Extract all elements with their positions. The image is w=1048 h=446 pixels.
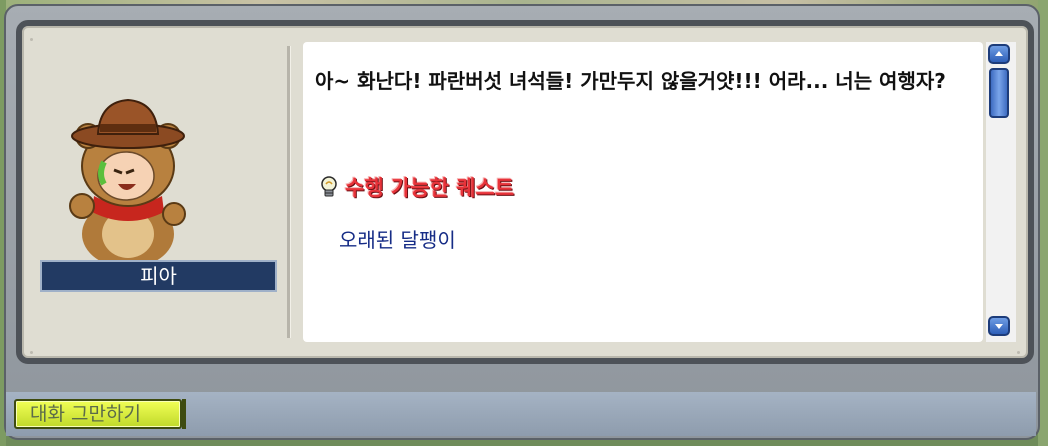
end-chat-button[interactable]: 대화 그만하기 [14, 399, 186, 429]
chevron-down-icon [995, 324, 1003, 329]
panel-divider [287, 46, 291, 338]
scroll-up-button[interactable] [988, 44, 1010, 64]
dialog-scrollbar[interactable] [986, 42, 1016, 342]
panel-rivet [1017, 351, 1020, 354]
panel-rivet [30, 38, 33, 41]
lightbulb-icon [321, 176, 337, 197]
npc-dialog-text: 아~ 화난다! 파란버섯 녀석들! 가만두지 않을거얏!!! 어라... 너는 … [315, 69, 946, 93]
panel-rivet [30, 351, 33, 354]
npc-portrait [69, 98, 186, 264]
scroll-down-button[interactable] [988, 316, 1010, 336]
scroll-thumb[interactable] [989, 68, 1009, 118]
available-quests-header: 수행 가능한 퀘스트 [319, 174, 514, 200]
dialog-text-box: 아~ 화난다! 파란버섯 녀석들! 가만두지 않을거얏!!! 어라... 너는 … [303, 42, 983, 342]
chevron-up-icon [995, 51, 1003, 56]
available-quests-label: 수행 가능한 퀘스트 [345, 176, 515, 200]
npc-name-plate: 피아 [40, 260, 277, 292]
quest-option[interactable]: 오래된 달팽이 [339, 224, 456, 253]
